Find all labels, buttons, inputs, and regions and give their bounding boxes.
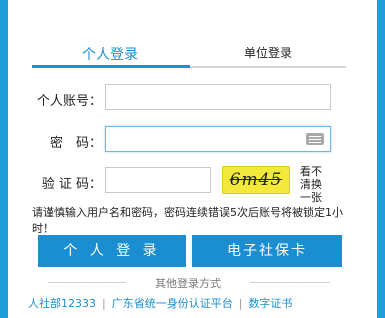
tab-personal-login[interactable]: 个人登录 <box>32 44 188 64</box>
login-panel: 个人登录 单位登录 个人账号： 密 码： 验 证 码： 6m45 看不清换一张 … <box>8 0 377 318</box>
captcha-input[interactable] <box>105 167 211 193</box>
account-input[interactable] <box>105 84 331 110</box>
divider-right <box>250 282 330 283</box>
other-login-links: 人社部12333 | 广东省统一身份认证平台 | 数字证书 <box>28 295 368 311</box>
link-separator: | <box>238 297 243 310</box>
personal-login-button[interactable]: 个 人 登 录 <box>38 235 186 267</box>
link-12333[interactable]: 人社部12333 <box>28 297 96 310</box>
captcha-label: 验 证 码： <box>41 177 102 192</box>
keyboard-icon[interactable] <box>306 133 324 145</box>
password-label: 密 码： <box>49 136 102 151</box>
lockout-notice: 请谨慎输入用户名和密码，密码连续错误5次后账号将被锁定1小时！ <box>32 206 343 235</box>
tab-organization-login[interactable]: 单位登录 <box>190 44 346 61</box>
other-login-title: 其他登录方式 <box>155 277 221 290</box>
social-card-button[interactable]: 电子社保卡 <box>192 235 342 267</box>
link-separator: | <box>102 297 106 310</box>
divider-left <box>48 282 126 283</box>
captcha-refresh-link[interactable]: 看不清换一张 <box>300 165 324 204</box>
link-digital-certificate[interactable]: 数字证书 <box>248 297 292 310</box>
account-label: 个人账号： <box>36 94 102 109</box>
link-gd-identity[interactable]: 广东省统一身份认证平台 <box>112 297 233 310</box>
password-input[interactable] <box>105 126 331 152</box>
captcha-image[interactable]: 6m45 <box>222 166 290 194</box>
tab-active-indicator <box>32 65 190 68</box>
